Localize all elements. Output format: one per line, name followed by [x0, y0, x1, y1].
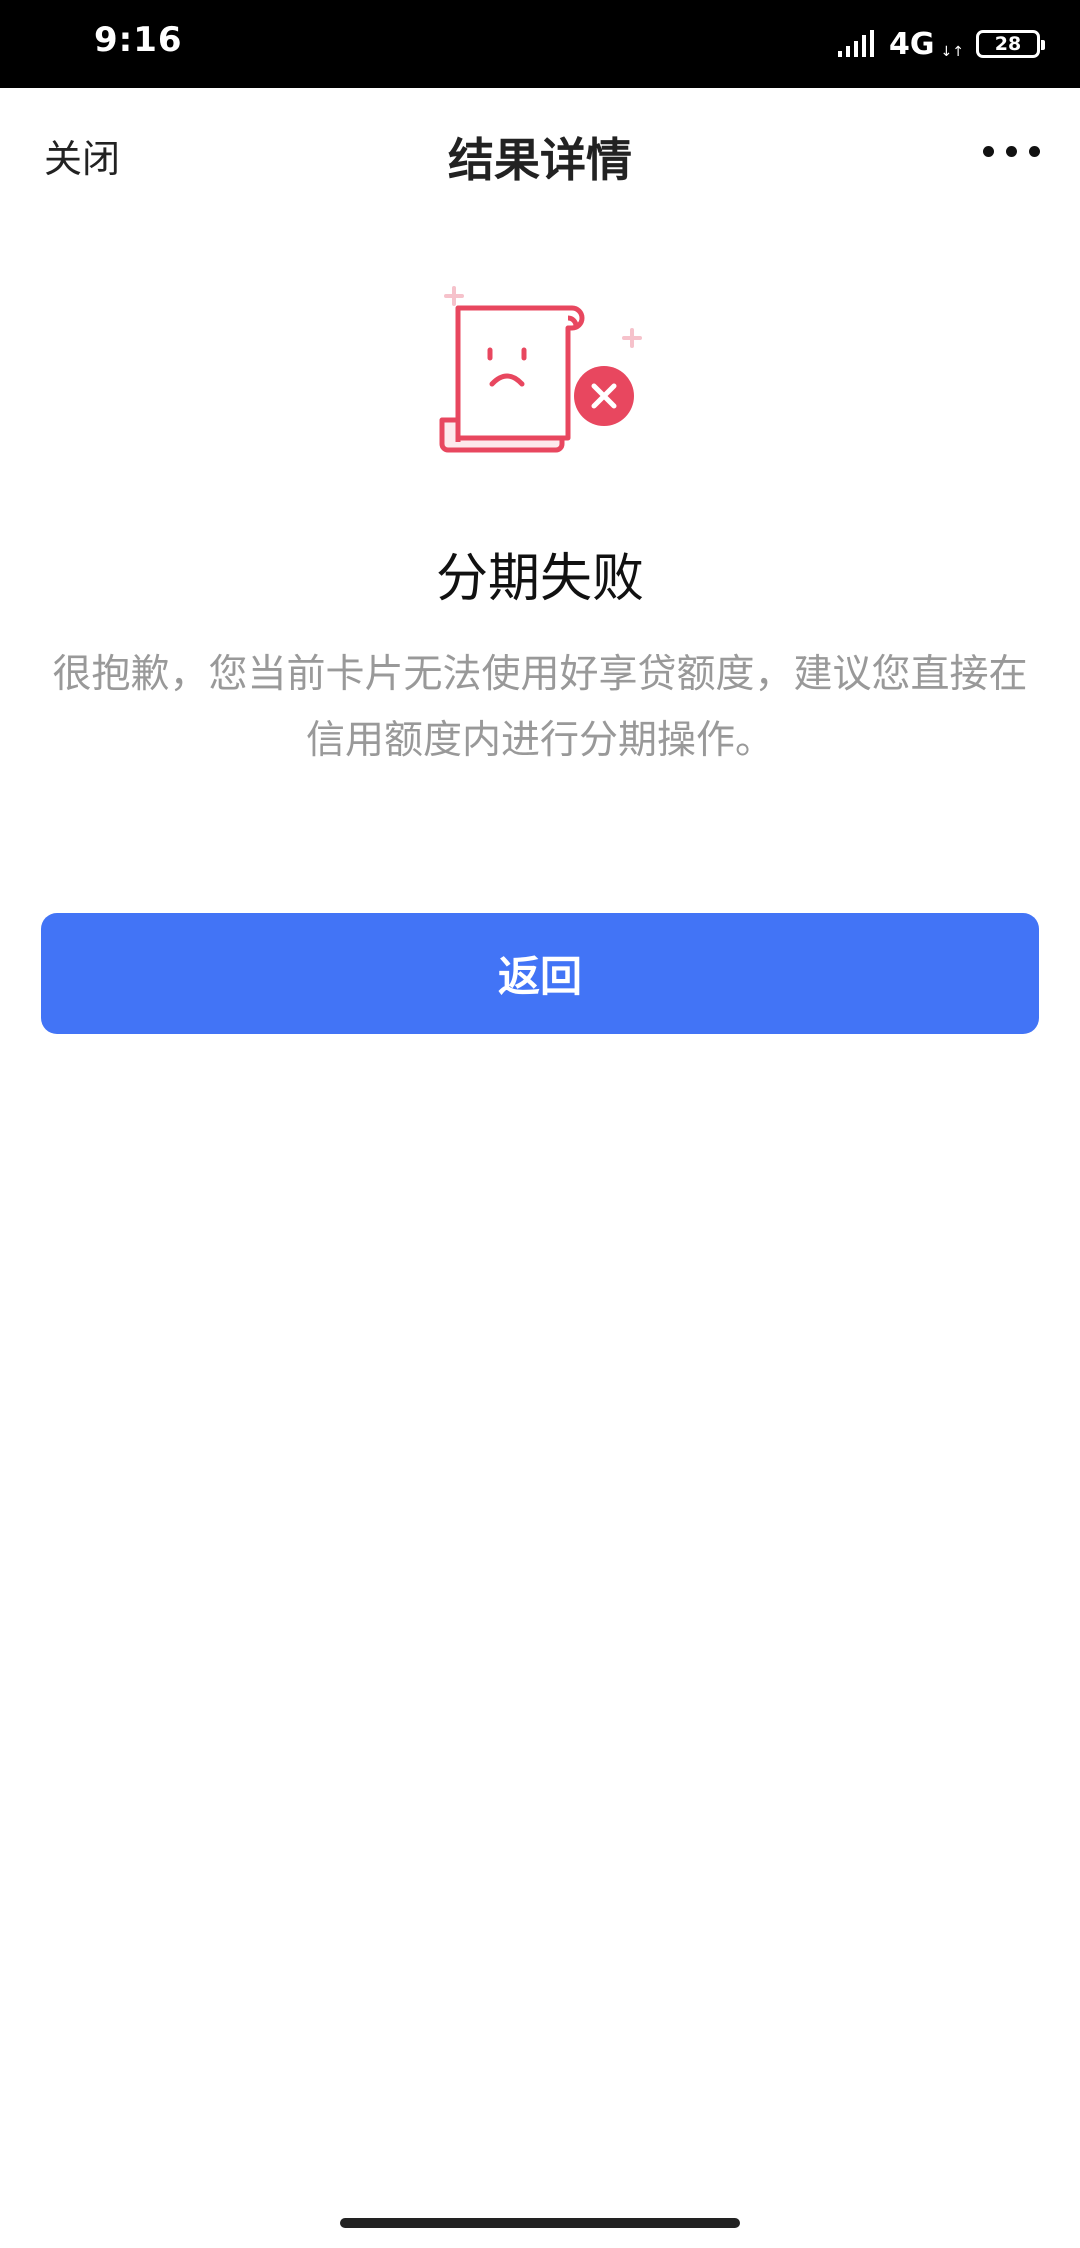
result-description: 很抱歉，您当前卡片无法使用好享贷额度，建议您直接在信用额度内进行分期操作。 — [52, 652, 1028, 763]
page-title: 结果详情 — [448, 133, 632, 187]
back-button[interactable]: 返回 — [41, 913, 1039, 1034]
more-dots-icon[interactable] — [983, 140, 1040, 163]
battery-level: 28 — [994, 33, 1022, 55]
status-time: 9:16 — [94, 20, 183, 60]
more-dot — [1029, 146, 1040, 157]
failed-document-icon — [439, 286, 642, 453]
sparkle-icon — [444, 286, 464, 306]
home-indicator[interactable] — [340, 2218, 740, 2228]
status-bar: 9:16 4G ↓↑ 28 — [0, 0, 1080, 88]
nav-bar: 关闭 结果详情 — [0, 88, 1080, 220]
more-dot — [1006, 146, 1017, 157]
network-activity-icon: ↓↑ — [940, 44, 964, 60]
more-dot — [983, 146, 994, 157]
network-type: 4G — [889, 26, 935, 62]
status-indicators: 4G ↓↑ 28 — [837, 26, 1045, 62]
battery-icon: 28 — [976, 30, 1045, 58]
sparkle-icon — [622, 328, 642, 348]
result-title: 分期失败 — [435, 549, 644, 609]
signal-bars-icon — [838, 30, 875, 57]
